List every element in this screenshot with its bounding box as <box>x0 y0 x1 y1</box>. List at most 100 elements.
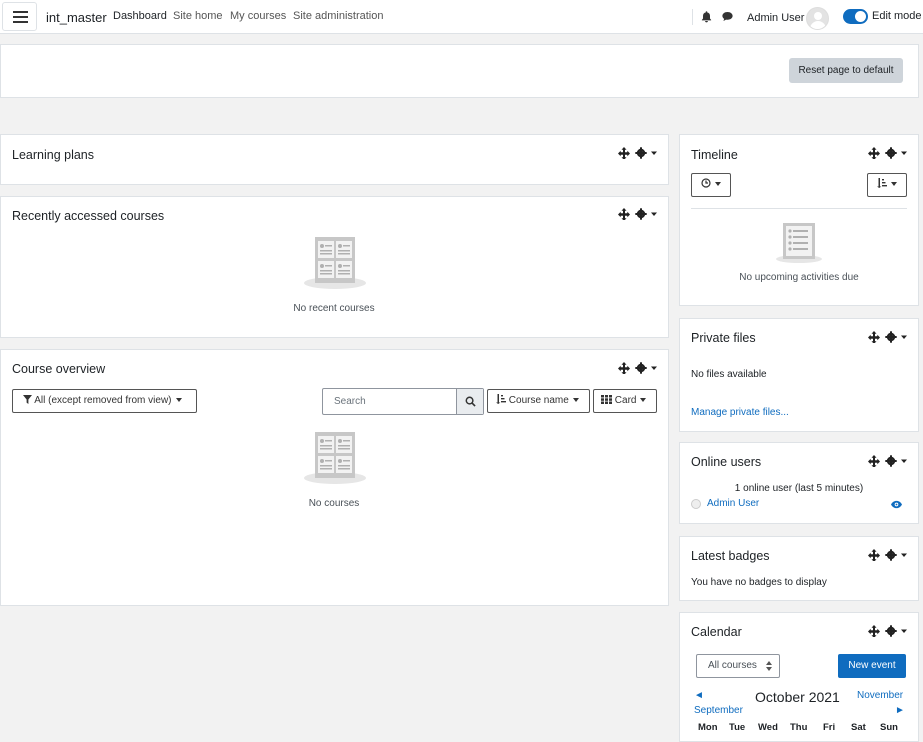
no-badges-text: You have no badges to display <box>691 577 827 588</box>
caret-down-icon <box>572 398 579 403</box>
day-name: Mon <box>698 722 718 733</box>
eye-icon[interactable] <box>891 500 902 509</box>
nav-link-site-home[interactable]: Site home <box>173 10 223 22</box>
filter-icon <box>23 395 32 404</box>
sort-dropdown[interactable]: Course name <box>487 389 590 413</box>
gear-icon <box>885 625 897 637</box>
clock-icon <box>701 178 711 188</box>
gear-icon <box>635 147 647 159</box>
new-event-button[interactable]: New event <box>838 654 906 678</box>
chevron-down-icon <box>651 151 657 155</box>
chevron-down-icon <box>901 553 907 557</box>
latest-badges-block <box>679 536 919 601</box>
sort-label: Course name <box>508 395 569 406</box>
nav-link-my-courses[interactable]: My courses <box>230 10 286 22</box>
grid-icon <box>601 395 612 404</box>
user-name[interactable]: Admin User <box>747 12 804 24</box>
courses-empty-illustration-icon <box>304 237 366 289</box>
prev-month-arrow-icon[interactable]: ◄ <box>694 690 704 701</box>
move-icon <box>868 147 880 159</box>
move-icon <box>868 455 880 467</box>
block-controls[interactable] <box>868 549 908 561</box>
block-controls[interactable] <box>868 147 908 159</box>
courses-empty-illustration-icon <box>304 432 366 484</box>
block-controls[interactable] <box>868 455 908 467</box>
block-controls[interactable] <box>618 362 658 374</box>
recent-courses-title: Recently accessed courses <box>12 209 165 223</box>
caret-down-icon <box>715 182 721 187</box>
current-month: October 2021 <box>755 689 840 705</box>
chevron-down-icon <box>901 459 907 463</box>
no-upcoming-activities-text: No upcoming activities due <box>739 272 859 283</box>
gear-icon <box>885 147 897 159</box>
view-label: Card <box>614 395 637 406</box>
day-name: Sat <box>851 722 866 733</box>
sort-icon <box>496 394 506 404</box>
learning-plans-title: Learning plans <box>12 148 95 162</box>
calendar-day-names: Mon Tue Wed Thu Fri Sat Sun <box>692 722 912 733</box>
search-button[interactable] <box>456 389 483 414</box>
prev-month-link[interactable]: September <box>694 705 743 716</box>
menu-icon <box>13 11 28 13</box>
nav-link-site-administration[interactable]: Site administration <box>293 10 384 22</box>
gear-icon <box>885 331 897 343</box>
day-name: Wed <box>758 722 778 733</box>
course-filter-label: All (except removed from view) <box>34 395 172 406</box>
no-courses-text: No courses <box>308 498 360 509</box>
block-controls[interactable] <box>868 625 908 637</box>
course-filter-dropdown[interactable]: All (except removed from view) <box>12 389 197 413</box>
timeline-divider <box>691 208 907 209</box>
chevron-down-icon <box>651 212 657 216</box>
select-arrows-icon <box>766 661 772 671</box>
sort-icon <box>877 178 887 188</box>
next-month-arrow-icon[interactable]: ► <box>895 705 905 716</box>
block-controls[interactable] <box>868 331 908 343</box>
messages-icon[interactable] <box>721 10 734 23</box>
block-controls[interactable] <box>618 147 658 159</box>
move-icon <box>618 362 630 374</box>
online-users-summary: 1 online user (last 5 minutes) <box>734 483 864 494</box>
timeline-title: Timeline <box>691 148 738 162</box>
online-user-link[interactable]: Admin User <box>707 498 759 509</box>
day-name: Fri <box>823 722 836 733</box>
private-files-title: Private files <box>691 331 756 345</box>
move-icon <box>868 625 880 637</box>
chevron-down-icon <box>651 366 657 370</box>
avatar-head <box>814 12 822 20</box>
gear-icon <box>885 549 897 561</box>
site-brand[interactable]: int_master <box>46 10 107 25</box>
page-header-region <box>0 44 919 98</box>
move-icon <box>868 549 880 561</box>
move-icon <box>868 331 880 343</box>
timeline-sort-dropdown[interactable] <box>867 173 907 197</box>
reset-page-button[interactable]: Reset page to default <box>789 58 903 83</box>
move-icon <box>618 208 630 220</box>
gear-icon <box>885 455 897 467</box>
online-users-title: Online users <box>691 455 762 469</box>
course-search[interactable]: Search <box>322 388 484 415</box>
block-controls[interactable] <box>618 208 658 220</box>
menu-icon-bar <box>13 21 28 23</box>
timeline-day-filter-dropdown[interactable] <box>691 173 731 197</box>
edit-mode-toggle[interactable] <box>843 9 868 24</box>
avatar[interactable] <box>806 7 829 30</box>
gear-icon <box>635 208 647 220</box>
calendar-course-select[interactable]: All courses <box>696 654 780 678</box>
search-input[interactable]: Search <box>334 396 366 407</box>
learning-plans-block <box>0 134 669 185</box>
manage-private-files-link[interactable]: Manage private files... <box>691 407 789 418</box>
latest-badges-title: Latest badges <box>691 549 770 563</box>
day-name: Thu <box>790 722 808 733</box>
user-avatar-icon <box>691 499 701 509</box>
chevron-down-icon <box>901 629 907 633</box>
search-icon <box>465 396 476 407</box>
nav-link-dashboard[interactable]: Dashboard <box>113 10 167 22</box>
menu-toggle-button[interactable] <box>2 2 37 31</box>
next-month-link[interactable]: November <box>857 690 903 701</box>
toggle-knob <box>855 11 866 22</box>
avatar-body <box>810 21 826 29</box>
course-overview-title: Course overview <box>12 362 106 376</box>
bell-icon[interactable] <box>700 10 713 23</box>
edit-mode-label: Edit mode <box>872 10 922 22</box>
view-dropdown[interactable]: Card <box>593 389 657 413</box>
